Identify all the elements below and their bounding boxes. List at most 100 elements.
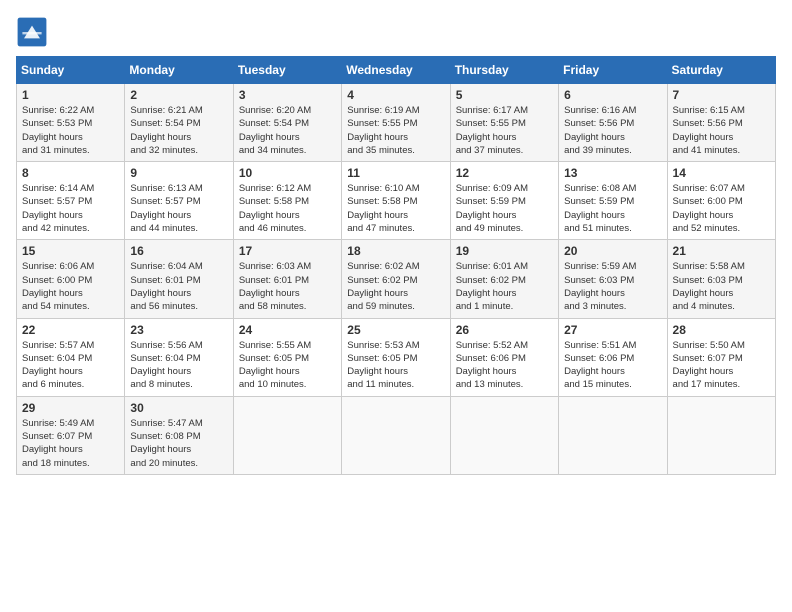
week-row-4: 22 Sunrise: 5:57 AMSunset: 6:04 PMDayligh… bbox=[17, 318, 776, 396]
calendar-cell: 24 Sunrise: 5:55 AMSunset: 6:05 PMDayligh… bbox=[233, 318, 341, 396]
day-number: 6 bbox=[564, 88, 661, 102]
weekday-header-wednesday: Wednesday bbox=[342, 57, 450, 84]
day-number: 9 bbox=[130, 166, 227, 180]
calendar-cell: 25 Sunrise: 5:53 AMSunset: 6:05 PMDayligh… bbox=[342, 318, 450, 396]
day-info: Sunrise: 5:56 AMSunset: 6:04 PMDaylight … bbox=[130, 339, 227, 392]
week-row-3: 15Sunrise: 6:06 AMSunset: 6:00 PMDayligh… bbox=[17, 240, 776, 318]
day-info: Sunrise: 5:50 AMSunset: 6:07 PMDaylight … bbox=[673, 339, 770, 392]
calendar-cell: 9 Sunrise: 6:13 AMSunset: 5:57 PMDaylight… bbox=[125, 162, 233, 240]
calendar-cell: 16 Sunrise: 6:04 AMSunset: 6:01 PMDayligh… bbox=[125, 240, 233, 318]
day-number: 26 bbox=[456, 323, 553, 337]
logo-icon bbox=[16, 16, 48, 48]
day-number: 7 bbox=[673, 88, 770, 102]
day-info: Sunrise: 6:10 AMSunset: 5:58 PMDaylight … bbox=[347, 182, 444, 235]
calendar-cell: 13 Sunrise: 6:08 AMSunset: 5:59 PMDayligh… bbox=[559, 162, 667, 240]
day-info: Sunrise: 6:20 AMSunset: 5:54 PMDaylight … bbox=[239, 104, 336, 157]
day-number: 15 bbox=[22, 244, 119, 258]
calendar-cell: 10 Sunrise: 6:12 AMSunset: 5:58 PMDayligh… bbox=[233, 162, 341, 240]
day-info: Sunrise: 6:21 AMSunset: 5:54 PMDaylight … bbox=[130, 104, 227, 157]
day-info: Sunrise: 6:02 AMSunset: 6:02 PMDaylight … bbox=[347, 260, 444, 313]
calendar-cell: 18 Sunrise: 6:02 AMSunset: 6:02 PMDayligh… bbox=[342, 240, 450, 318]
week-row-5: 29 Sunrise: 5:49 AMSunset: 6:07 PMDayligh… bbox=[17, 396, 776, 474]
weekday-header-friday: Friday bbox=[559, 57, 667, 84]
day-info: Sunrise: 6:08 AMSunset: 5:59 PMDaylight … bbox=[564, 182, 661, 235]
day-info: Sunrise: 6:12 AMSunset: 5:58 PMDaylight … bbox=[239, 182, 336, 235]
day-number: 1 bbox=[22, 88, 119, 102]
day-number: 22 bbox=[22, 323, 119, 337]
day-number: 25 bbox=[347, 323, 444, 337]
calendar-table: SundayMondayTuesdayWednesdayThursdayFrid… bbox=[16, 56, 776, 475]
calendar-cell: 20Sunrise: 5:59 AMSunset: 6:03 PMDayligh… bbox=[559, 240, 667, 318]
day-number: 5 bbox=[456, 88, 553, 102]
day-number: 13 bbox=[564, 166, 661, 180]
day-info: Sunrise: 5:57 AMSunset: 6:04 PMDaylight … bbox=[22, 339, 119, 392]
day-number: 17 bbox=[239, 244, 336, 258]
day-number: 11 bbox=[347, 166, 444, 180]
weekday-header-sunday: Sunday bbox=[17, 57, 125, 84]
day-number: 19 bbox=[456, 244, 553, 258]
day-info: Sunrise: 6:01 AMSunset: 6:02 PMDaylight … bbox=[456, 260, 553, 313]
day-number: 12 bbox=[456, 166, 553, 180]
day-info: Sunrise: 5:58 AMSunset: 6:03 PMDaylight … bbox=[673, 260, 770, 313]
day-number: 10 bbox=[239, 166, 336, 180]
calendar-cell: 3Sunrise: 6:20 AMSunset: 5:54 PMDaylight… bbox=[233, 84, 341, 162]
calendar-cell: 8 Sunrise: 6:14 AMSunset: 5:57 PMDaylight… bbox=[17, 162, 125, 240]
day-info: Sunrise: 6:03 AMSunset: 6:01 PMDaylight … bbox=[239, 260, 336, 313]
day-info: Sunrise: 5:49 AMSunset: 6:07 PMDaylight … bbox=[22, 417, 119, 470]
day-number: 16 bbox=[130, 244, 227, 258]
calendar-cell: 5 Sunrise: 6:17 AMSunset: 5:55 PMDaylight… bbox=[450, 84, 558, 162]
day-number: 20 bbox=[564, 244, 661, 258]
weekday-header-monday: Monday bbox=[125, 57, 233, 84]
day-info: Sunrise: 6:09 AMSunset: 5:59 PMDaylight … bbox=[456, 182, 553, 235]
day-info: Sunrise: 5:51 AMSunset: 6:06 PMDaylight … bbox=[564, 339, 661, 392]
calendar-cell: 26 Sunrise: 5:52 AMSunset: 6:06 PMDayligh… bbox=[450, 318, 558, 396]
day-info: Sunrise: 5:52 AMSunset: 6:06 PMDaylight … bbox=[456, 339, 553, 392]
day-number: 4 bbox=[347, 88, 444, 102]
calendar-cell: 1 Sunrise: 6:22 AMSunset: 5:53 PMDaylight… bbox=[17, 84, 125, 162]
calendar-cell bbox=[233, 396, 341, 474]
logo bbox=[16, 16, 52, 48]
calendar-cell: 30 Sunrise: 5:47 AMSunset: 6:08 PMDayligh… bbox=[125, 396, 233, 474]
calendar-cell bbox=[342, 396, 450, 474]
page-header bbox=[16, 16, 776, 48]
day-info: Sunrise: 5:55 AMSunset: 6:05 PMDaylight … bbox=[239, 339, 336, 392]
day-info: Sunrise: 5:53 AMSunset: 6:05 PMDaylight … bbox=[347, 339, 444, 392]
calendar-cell: 27 Sunrise: 5:51 AMSunset: 6:06 PMDayligh… bbox=[559, 318, 667, 396]
weekday-header-thursday: Thursday bbox=[450, 57, 558, 84]
calendar-cell bbox=[559, 396, 667, 474]
day-info: Sunrise: 6:13 AMSunset: 5:57 PMDaylight … bbox=[130, 182, 227, 235]
calendar-cell: 21 Sunrise: 5:58 AMSunset: 6:03 PMDayligh… bbox=[667, 240, 775, 318]
week-row-2: 8 Sunrise: 6:14 AMSunset: 5:57 PMDaylight… bbox=[17, 162, 776, 240]
calendar-cell: 11 Sunrise: 6:10 AMSunset: 5:58 PMDayligh… bbox=[342, 162, 450, 240]
day-number: 8 bbox=[22, 166, 119, 180]
calendar-cell: 22 Sunrise: 5:57 AMSunset: 6:04 PMDayligh… bbox=[17, 318, 125, 396]
day-number: 27 bbox=[564, 323, 661, 337]
day-info: Sunrise: 6:16 AMSunset: 5:56 PMDaylight … bbox=[564, 104, 661, 157]
day-info: Sunrise: 6:15 AMSunset: 5:56 PMDaylight … bbox=[673, 104, 770, 157]
day-number: 24 bbox=[239, 323, 336, 337]
day-info: Sunrise: 5:47 AMSunset: 6:08 PMDaylight … bbox=[130, 417, 227, 470]
day-info: Sunrise: 6:14 AMSunset: 5:57 PMDaylight … bbox=[22, 182, 119, 235]
weekday-header-row: SundayMondayTuesdayWednesdayThursdayFrid… bbox=[17, 57, 776, 84]
day-info: Sunrise: 6:22 AMSunset: 5:53 PMDaylight … bbox=[22, 104, 119, 157]
day-info: Sunrise: 6:04 AMSunset: 6:01 PMDaylight … bbox=[130, 260, 227, 313]
calendar-cell: 14Sunrise: 6:07 AMSunset: 6:00 PMDayligh… bbox=[667, 162, 775, 240]
day-number: 29 bbox=[22, 401, 119, 415]
day-number: 14 bbox=[673, 166, 770, 180]
weekday-header-tuesday: Tuesday bbox=[233, 57, 341, 84]
calendar-cell: 28Sunrise: 5:50 AMSunset: 6:07 PMDayligh… bbox=[667, 318, 775, 396]
day-number: 21 bbox=[673, 244, 770, 258]
day-number: 18 bbox=[347, 244, 444, 258]
calendar-cell: 19 Sunrise: 6:01 AMSunset: 6:02 PMDayligh… bbox=[450, 240, 558, 318]
day-number: 2 bbox=[130, 88, 227, 102]
day-info: Sunrise: 6:17 AMSunset: 5:55 PMDaylight … bbox=[456, 104, 553, 157]
calendar-cell: 23Sunrise: 5:56 AMSunset: 6:04 PMDayligh… bbox=[125, 318, 233, 396]
week-row-1: 1 Sunrise: 6:22 AMSunset: 5:53 PMDaylight… bbox=[17, 84, 776, 162]
calendar-cell: 29 Sunrise: 5:49 AMSunset: 6:07 PMDayligh… bbox=[17, 396, 125, 474]
day-info: Sunrise: 6:19 AMSunset: 5:55 PMDaylight … bbox=[347, 104, 444, 157]
day-number: 30 bbox=[130, 401, 227, 415]
calendar-cell: 7 Sunrise: 6:15 AMSunset: 5:56 PMDaylight… bbox=[667, 84, 775, 162]
calendar-cell: 4 Sunrise: 6:19 AMSunset: 5:55 PMDaylight… bbox=[342, 84, 450, 162]
calendar-cell: 12 Sunrise: 6:09 AMSunset: 5:59 PMDayligh… bbox=[450, 162, 558, 240]
calendar-cell: 15Sunrise: 6:06 AMSunset: 6:00 PMDayligh… bbox=[17, 240, 125, 318]
